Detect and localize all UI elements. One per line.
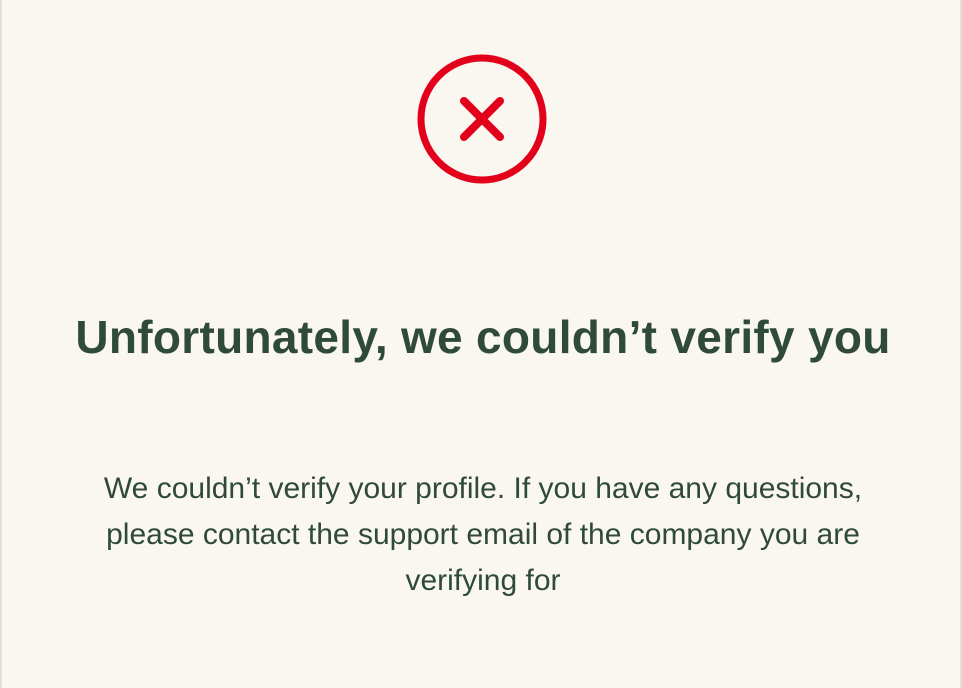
error-message: We couldn’t verify your profile. If you …: [103, 472, 863, 597]
error-icon: [416, 53, 548, 185]
verification-failed-panel: Unfortunately, we couldn’t verify you We…: [0, 0, 962, 688]
page-title: Unfortunately, we couldn’t verify you: [75, 311, 891, 363]
